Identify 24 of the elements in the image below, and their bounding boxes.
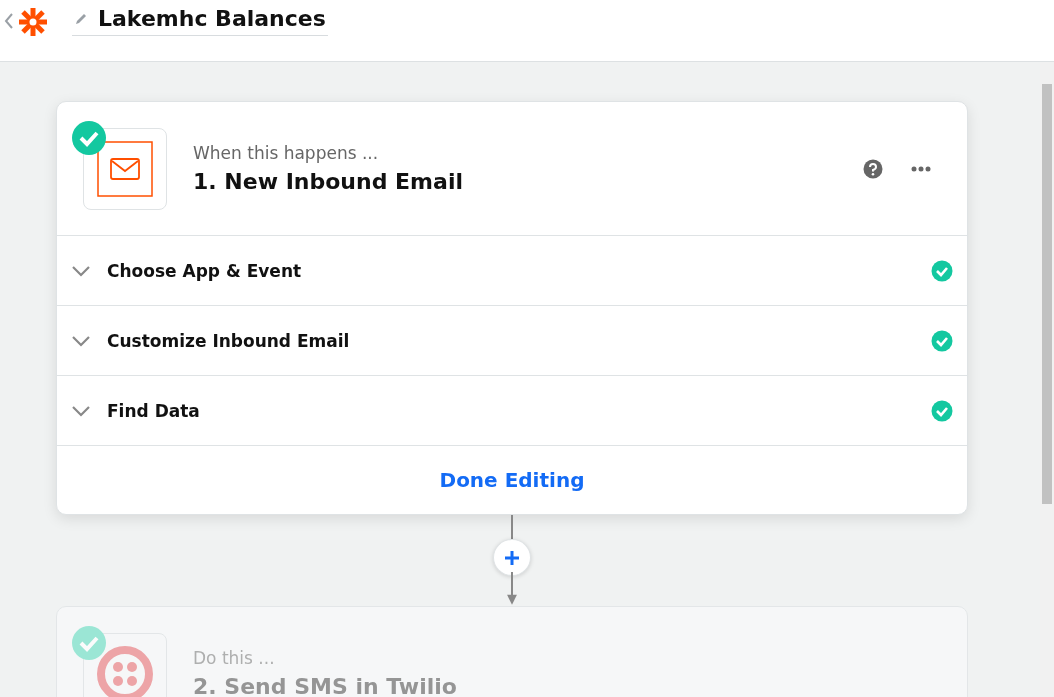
chevron-down-icon [71, 334, 91, 347]
step-title: 1. New Inbound Email [193, 169, 464, 194]
asterisk-logo-icon[interactable] [18, 7, 48, 37]
title-field[interactable]: Lakemhc Balances [72, 6, 328, 36]
section-label: Choose App & Event [107, 260, 303, 281]
chevron-down-icon [71, 264, 91, 277]
arrow-down-icon [506, 572, 518, 606]
done-editing-link[interactable]: Done Editing [433, 464, 591, 496]
section-row[interactable]: Customize Inbound Email [57, 305, 967, 375]
envelope-icon [97, 140, 153, 197]
step-caption: Do this ... [193, 648, 276, 668]
plus-icon [504, 549, 520, 566]
chevron-down-icon [71, 404, 91, 417]
section-row[interactable]: Find Data [57, 375, 967, 445]
help-icon[interactable] [863, 158, 883, 179]
section-label: Find Data [107, 400, 201, 421]
step-title: 2. Send SMS in Twilio [193, 674, 458, 697]
section-row[interactable]: Choose App & Event [57, 235, 967, 305]
pencil-icon [74, 11, 88, 26]
step-caption: When this happens ... [193, 143, 380, 163]
more-options-icon[interactable] [911, 165, 931, 172]
add-step-button[interactable] [493, 538, 531, 577]
section-label: Customize Inbound Email [107, 330, 351, 351]
back-chevron-icon[interactable] [4, 12, 14, 30]
